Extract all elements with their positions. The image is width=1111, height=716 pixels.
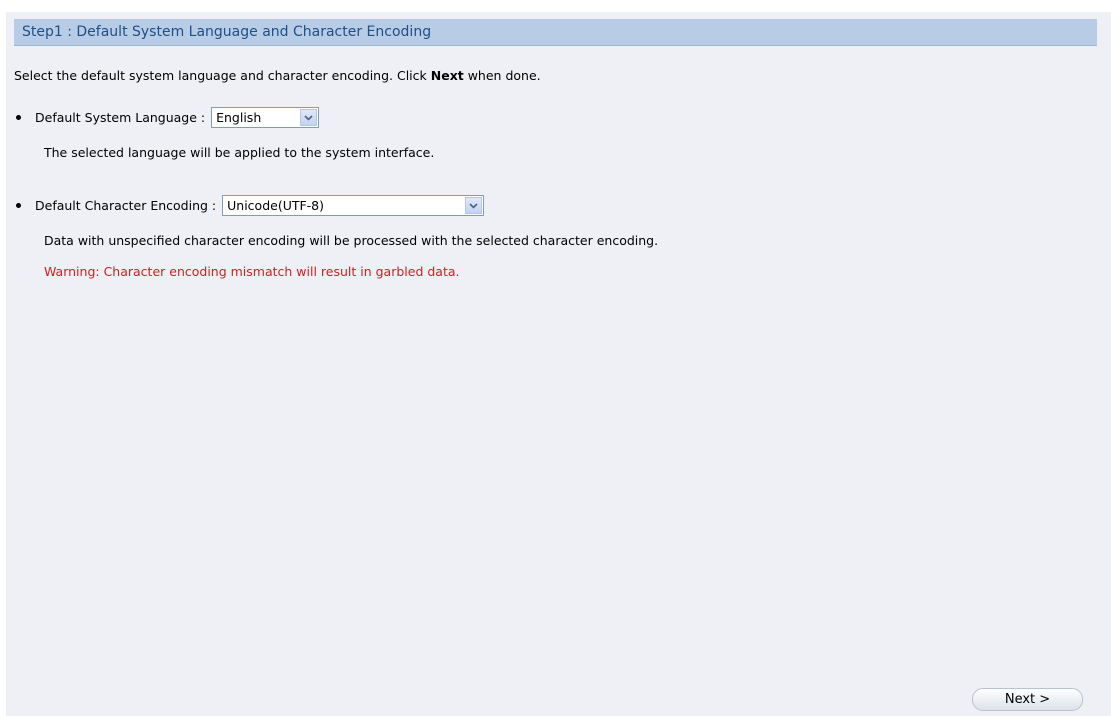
bullet-icon bbox=[16, 115, 21, 120]
language-row: Default System Language : English bbox=[16, 107, 320, 128]
chevron-down-icon[interactable] bbox=[300, 109, 318, 126]
language-selected-value: English bbox=[216, 110, 262, 125]
intro-suffix: when done. bbox=[463, 68, 541, 83]
encoding-row: Default Character Encoding : Unicode(UTF… bbox=[16, 195, 485, 216]
next-button[interactable]: Next > bbox=[972, 688, 1083, 711]
bullet-icon bbox=[16, 203, 21, 208]
intro-next-bold: Next bbox=[430, 68, 464, 83]
encoding-description: Data with unspecified character encoding… bbox=[44, 233, 659, 248]
encoding-select[interactable]: Unicode(UTF-8) bbox=[222, 195, 485, 216]
section-title: Step1 : Default System Language and Char… bbox=[22, 24, 432, 40]
left-strip bbox=[0, 0, 6, 716]
language-label: Default System Language : bbox=[35, 110, 206, 125]
encoding-label: Default Character Encoding : bbox=[35, 198, 217, 213]
chevron-down-icon[interactable] bbox=[465, 197, 483, 214]
encoding-warning: Warning: Character encoding mismatch wil… bbox=[44, 264, 460, 279]
encoding-selected-value: Unicode(UTF-8) bbox=[227, 198, 325, 213]
intro-text: Select the default system language and c… bbox=[14, 68, 541, 83]
section-header: Step1 : Default System Language and Char… bbox=[14, 19, 1097, 46]
top-strip bbox=[0, 0, 1111, 12]
intro-prefix: Select the default system language and c… bbox=[14, 68, 431, 83]
language-select[interactable]: English bbox=[211, 107, 320, 128]
language-description: The selected language will be applied to… bbox=[44, 145, 435, 160]
